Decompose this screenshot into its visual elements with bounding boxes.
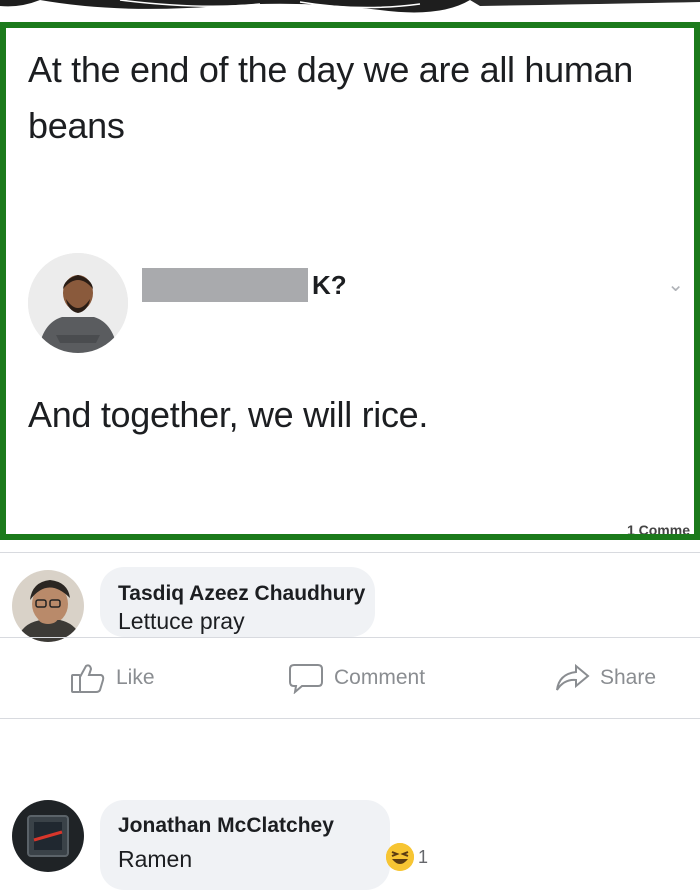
thumbs-up-icon xyxy=(70,662,106,694)
share-button[interactable]: Share xyxy=(554,660,656,696)
redacted-name xyxy=(142,268,308,302)
comment-author[interactable]: Jonathan McClatchey xyxy=(118,814,334,838)
comment-icon xyxy=(288,662,324,694)
divider xyxy=(0,637,700,638)
post-text: At the end of the day we are all human b… xyxy=(28,49,633,146)
divider xyxy=(0,718,700,719)
reaction-summary[interactable]: 1 xyxy=(386,843,428,871)
divider xyxy=(0,552,700,553)
top-image-strip xyxy=(0,0,700,22)
comment-count[interactable]: 1 Comme xyxy=(627,522,690,534)
comment-button[interactable]: Comment xyxy=(288,660,425,696)
reply-name-suffix: K? xyxy=(312,270,347,300)
chevron-down-icon[interactable]: ⌄ xyxy=(667,272,684,297)
share-icon xyxy=(554,662,590,694)
comment-label: Comment xyxy=(334,666,426,689)
comment-text: Lettuce pray xyxy=(118,608,245,634)
avatar[interactable] xyxy=(12,570,84,642)
like-label: Like xyxy=(116,666,155,689)
share-label: Share xyxy=(600,666,657,689)
highlighted-post: At the end of the day we are all human b… xyxy=(0,22,700,540)
reaction-count: 1 xyxy=(418,846,429,867)
laugh-emoji-icon xyxy=(386,843,414,871)
avatar[interactable] xyxy=(28,253,128,353)
avatar[interactable] xyxy=(12,800,84,872)
reply-text: And together, we will rice. xyxy=(28,394,429,435)
comment-author[interactable]: Tasdiq Azeez Chaudhury xyxy=(118,582,365,606)
comment-text: Ramen xyxy=(118,846,193,872)
like-button[interactable]: Like xyxy=(70,660,155,696)
